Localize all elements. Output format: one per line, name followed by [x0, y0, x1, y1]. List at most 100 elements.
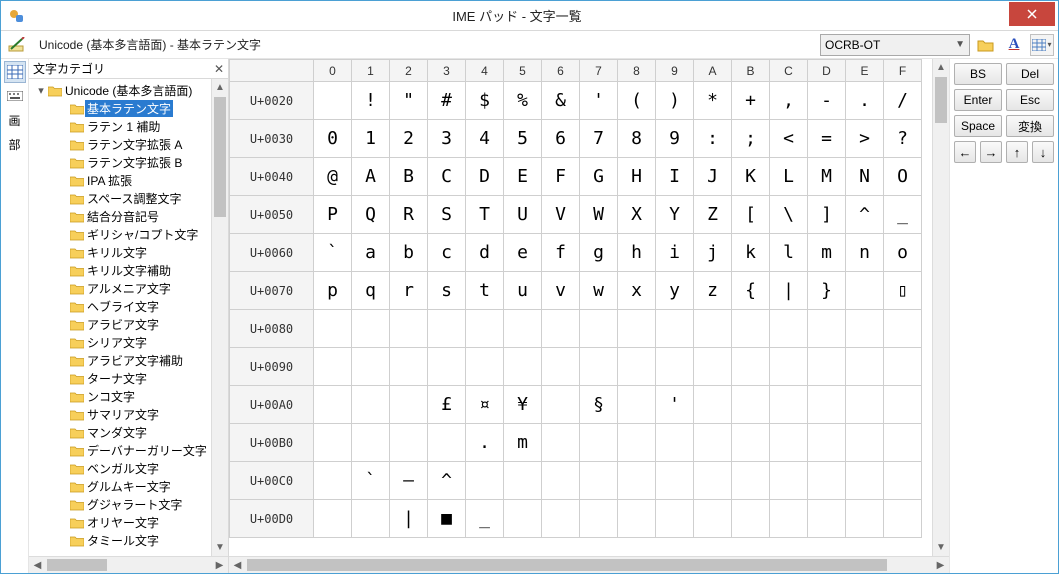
char-cell[interactable]: x — [618, 272, 656, 310]
char-cell[interactable]: £ — [428, 386, 466, 424]
tree-h-scrollbar[interactable]: ◀ ▶ — [29, 556, 228, 573]
enter-button[interactable]: Enter — [954, 89, 1002, 111]
char-cell[interactable] — [314, 424, 352, 462]
char-cell[interactable]: \ — [770, 196, 808, 234]
char-cell[interactable]: { — [732, 272, 770, 310]
char-cell[interactable]: p — [314, 272, 352, 310]
char-cell[interactable]: 6 — [542, 120, 580, 158]
char-cell[interactable] — [732, 386, 770, 424]
del-button[interactable]: Del — [1006, 63, 1054, 85]
convert-button[interactable]: 変換 — [1006, 115, 1054, 137]
tree-item[interactable]: 基本ラテン文字 — [29, 99, 228, 117]
char-cell[interactable] — [618, 386, 656, 424]
char-cell[interactable]: ` — [314, 234, 352, 272]
char-cell[interactable]: 3 — [428, 120, 466, 158]
char-cell[interactable]: ` — [352, 462, 390, 500]
char-cell[interactable] — [770, 424, 808, 462]
char-cell[interactable]: , — [770, 82, 808, 120]
tree-root[interactable]: ▾Unicode (基本多言語面) — [29, 81, 228, 99]
char-cell[interactable]: ¥ — [504, 386, 542, 424]
char-cell[interactable]: F — [542, 158, 580, 196]
tree-item[interactable]: アラビア文字 — [29, 315, 228, 333]
folder-options-icon[interactable] — [974, 34, 998, 56]
char-cell[interactable]: < — [770, 120, 808, 158]
char-cell[interactable] — [352, 500, 390, 538]
char-cell[interactable]: ( — [618, 82, 656, 120]
char-cell[interactable] — [314, 82, 352, 120]
kanji-mode2-button[interactable]: 部 — [4, 133, 26, 155]
char-cell[interactable] — [504, 462, 542, 500]
char-cell[interactable]: z — [694, 272, 732, 310]
char-cell[interactable] — [884, 386, 922, 424]
esc-button[interactable]: Esc — [1006, 89, 1054, 111]
char-cell[interactable] — [770, 310, 808, 348]
char-cell[interactable]: ? — [884, 120, 922, 158]
char-cell[interactable] — [618, 310, 656, 348]
char-cell[interactable] — [770, 462, 808, 500]
char-cell[interactable]: w — [580, 272, 618, 310]
char-cell[interactable]: N — [846, 158, 884, 196]
char-cell[interactable] — [352, 348, 390, 386]
char-cell[interactable]: l — [770, 234, 808, 272]
char-cell[interactable]: 8 — [618, 120, 656, 158]
char-cell[interactable]: S — [428, 196, 466, 234]
char-cell[interactable]: A — [352, 158, 390, 196]
char-cell[interactable] — [314, 348, 352, 386]
tree-item[interactable]: ヘブライ文字 — [29, 297, 228, 315]
tree-item[interactable]: ラテン文字拡張 B — [29, 153, 228, 171]
char-cell[interactable]: " — [390, 82, 428, 120]
char-cell[interactable]: d — [466, 234, 504, 272]
scroll-down-icon[interactable]: ▼ — [212, 539, 228, 556]
char-cell[interactable]: T — [466, 196, 504, 234]
char-cell[interactable] — [466, 310, 504, 348]
char-cell[interactable] — [390, 348, 428, 386]
grid-v-scrollbar[interactable]: ▲ ▼ — [932, 59, 949, 556]
char-cell[interactable] — [580, 500, 618, 538]
char-cell[interactable]: . — [466, 424, 504, 462]
char-cell[interactable] — [542, 424, 580, 462]
char-cell[interactable]: m — [808, 234, 846, 272]
down-arrow-button[interactable]: ↓ — [1032, 141, 1054, 163]
scroll-thumb[interactable] — [214, 97, 226, 217]
char-cell[interactable] — [656, 500, 694, 538]
char-list-mode-button[interactable] — [4, 61, 26, 83]
tree-item[interactable]: アラビア文字補助 — [29, 351, 228, 369]
char-cell[interactable]: } — [808, 272, 846, 310]
char-cell[interactable]: ) — [656, 82, 694, 120]
char-cell[interactable]: 7 — [580, 120, 618, 158]
char-cell[interactable]: M — [808, 158, 846, 196]
char-cell[interactable]: = — [808, 120, 846, 158]
char-cell[interactable] — [732, 462, 770, 500]
char-cell[interactable] — [390, 424, 428, 462]
char-cell[interactable]: $ — [466, 82, 504, 120]
char-cell[interactable]: J — [694, 158, 732, 196]
char-cell[interactable] — [694, 500, 732, 538]
char-cell[interactable]: : — [694, 120, 732, 158]
close-button[interactable] — [1009, 2, 1055, 26]
char-cell[interactable]: B — [390, 158, 428, 196]
char-cell[interactable] — [352, 424, 390, 462]
char-cell[interactable] — [618, 500, 656, 538]
char-cell[interactable]: g — [580, 234, 618, 272]
char-cell[interactable] — [846, 348, 884, 386]
char-cell[interactable]: s — [428, 272, 466, 310]
char-cell[interactable] — [808, 424, 846, 462]
char-cell[interactable]: c — [428, 234, 466, 272]
char-cell[interactable]: R — [390, 196, 428, 234]
char-cell[interactable]: ▯ — [884, 272, 922, 310]
char-cell[interactable] — [352, 386, 390, 424]
tree-item[interactable]: デーバナーガリー文字 — [29, 441, 228, 459]
char-cell[interactable]: f — [542, 234, 580, 272]
scroll-right-icon[interactable]: ▶ — [932, 557, 949, 573]
char-cell[interactable] — [694, 424, 732, 462]
char-cell[interactable] — [694, 462, 732, 500]
up-arrow-button[interactable]: ↑ — [1006, 141, 1028, 163]
char-cell[interactable] — [542, 310, 580, 348]
char-cell[interactable] — [504, 500, 542, 538]
scroll-down-icon[interactable]: ▼ — [933, 539, 949, 556]
char-cell[interactable]: e — [504, 234, 542, 272]
char-cell[interactable]: P — [314, 196, 352, 234]
char-cell[interactable] — [390, 310, 428, 348]
char-cell[interactable] — [884, 310, 922, 348]
char-cell[interactable]: O — [884, 158, 922, 196]
